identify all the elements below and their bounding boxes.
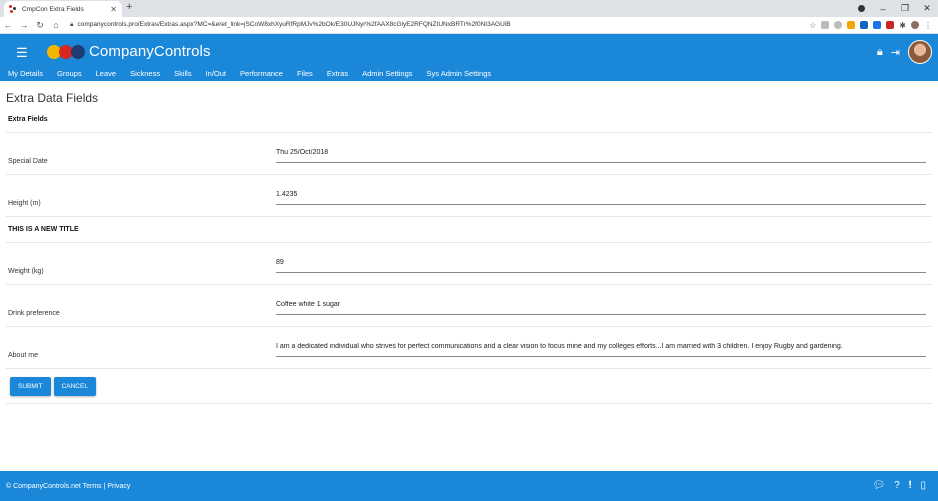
menu-skills[interactable]: Skills xyxy=(174,69,192,78)
lock-icon: 🔒︎ xyxy=(70,21,74,28)
height-input[interactable]: 1.4235 xyxy=(276,191,926,205)
lock-icon[interactable]: 🔒︎ xyxy=(877,46,883,59)
extension-icon[interactable] xyxy=(860,21,869,29)
menu-extras[interactable]: Extras xyxy=(327,69,348,78)
back-icon[interactable]: ← xyxy=(0,20,16,30)
extension-icon[interactable] xyxy=(847,21,856,29)
menu-sickness[interactable]: Sickness xyxy=(130,69,160,78)
drink-input[interactable]: Coffee white 1 sugar xyxy=(276,301,926,315)
about-input[interactable]: I am a dedicated individual who strives … xyxy=(276,343,926,357)
extension-icon[interactable] xyxy=(821,21,830,29)
minimize-icon[interactable]: – xyxy=(872,4,894,14)
record-icon[interactable] xyxy=(850,4,872,14)
maximize-icon[interactable]: ❐ xyxy=(894,3,916,14)
help-icon[interactable]: ? xyxy=(894,480,900,491)
page-title: Extra Data Fields xyxy=(6,91,99,105)
star-icon[interactable]: ☆ xyxy=(809,21,816,30)
weight-label: Weight (kg) xyxy=(8,268,44,275)
app-header: ☰ CompanyControls 🔒︎ ⇥ My Details Groups… xyxy=(0,34,938,81)
home-icon[interactable]: ⌂ xyxy=(48,20,64,30)
menu-groups[interactable]: Groups xyxy=(57,69,82,78)
extension-icon[interactable] xyxy=(834,21,843,29)
form-actions: SUBMIT CANCEL xyxy=(6,369,932,404)
weight-input[interactable]: 89 xyxy=(276,259,926,273)
special-date-label: Special Date xyxy=(8,158,48,165)
puzzle-icon[interactable]: ✱ xyxy=(899,21,906,30)
special-date-input[interactable]: Thu 25/Oct/2018 xyxy=(276,149,926,163)
field-row-height: Height (m) 1.4235 xyxy=(6,175,932,217)
url-field[interactable]: 🔒︎ companycontrols.pro/Extras/Extras.aspx… xyxy=(70,21,809,29)
logo[interactable]: CompanyControls xyxy=(47,43,211,60)
menu-sys-admin-settings[interactable]: Sys Admin Settings xyxy=(427,69,492,78)
menu-icon[interactable]: ☰ xyxy=(16,45,28,61)
section-title: Extra Fields xyxy=(8,116,48,123)
footer: © CompanyControls.net Terms | Privacy 💬︎… xyxy=(0,471,938,501)
menu-admin-settings[interactable]: Admin Settings xyxy=(362,69,412,78)
footer-text[interactable]: © CompanyControls.net Terms | Privacy xyxy=(6,483,130,490)
field-row-weight: Weight (kg) 89 xyxy=(6,243,932,285)
height-label: Height (m) xyxy=(8,200,41,207)
logo-dot xyxy=(71,44,85,59)
cancel-button[interactable]: CANCEL xyxy=(53,377,96,396)
chat-icon[interactable]: 💬︎ xyxy=(872,480,885,491)
menu-my-details[interactable]: My Details xyxy=(8,69,43,78)
extension-icon[interactable] xyxy=(873,21,882,29)
more-icon[interactable]: ⋮ xyxy=(924,21,932,30)
menu-in-out[interactable]: In/Out xyxy=(206,69,226,78)
close-window-icon[interactable]: ✕ xyxy=(916,3,938,14)
submit-button[interactable]: SUBMIT xyxy=(10,377,51,396)
menu-performance[interactable]: Performance xyxy=(240,69,283,78)
field-row-drink: Drink preference Coffee white 1 sugar xyxy=(6,285,932,327)
field-row-about: About me I am a dedicated individual who… xyxy=(6,327,932,369)
feedback-icon[interactable]: ❗︎ xyxy=(909,480,912,491)
section-header: THIS IS A NEW TITLE xyxy=(6,217,932,243)
browser-tabbar: CmpCon Extra Fields ✕ + – ❐ ✕ xyxy=(0,0,938,17)
section-title: THIS IS A NEW TITLE xyxy=(8,226,79,233)
new-tab-button[interactable]: + xyxy=(126,1,132,13)
about-label: About me xyxy=(8,352,38,359)
profile-icon[interactable] xyxy=(911,21,919,29)
forward-icon[interactable]: → xyxy=(16,20,32,30)
browser-tab[interactable]: CmpCon Extra Fields ✕ xyxy=(4,1,122,17)
mobile-icon[interactable]: ▯ xyxy=(920,480,926,491)
tab-title: CmpCon Extra Fields xyxy=(22,5,84,13)
field-row-special-date: Special Date Thu 25/Oct/2018 xyxy=(6,133,932,175)
main-content: Extra Data Fields Extra Fields Special D… xyxy=(0,91,938,404)
menu-files[interactable]: Files xyxy=(297,69,313,78)
reload-icon[interactable]: ↻ xyxy=(32,20,48,31)
url-text: companycontrols.pro/Extras/Extras.aspx?M… xyxy=(77,21,511,28)
avatar[interactable] xyxy=(908,40,932,64)
drink-label: Drink preference xyxy=(8,310,60,317)
extension-icon[interactable] xyxy=(886,21,895,29)
logout-icon[interactable]: ⇥ xyxy=(891,46,900,59)
close-tab-icon[interactable]: ✕ xyxy=(110,5,117,14)
brand-name: CompanyControls xyxy=(89,43,211,60)
menu-leave[interactable]: Leave xyxy=(96,69,116,78)
favicon-icon xyxy=(9,5,17,13)
address-bar: ← → ↻ ⌂ 🔒︎ companycontrols.pro/Extras/Ext… xyxy=(0,17,938,34)
main-menu: My Details Groups Leave Sickness Skills … xyxy=(0,69,498,78)
section-header: Extra Fields xyxy=(6,107,932,133)
